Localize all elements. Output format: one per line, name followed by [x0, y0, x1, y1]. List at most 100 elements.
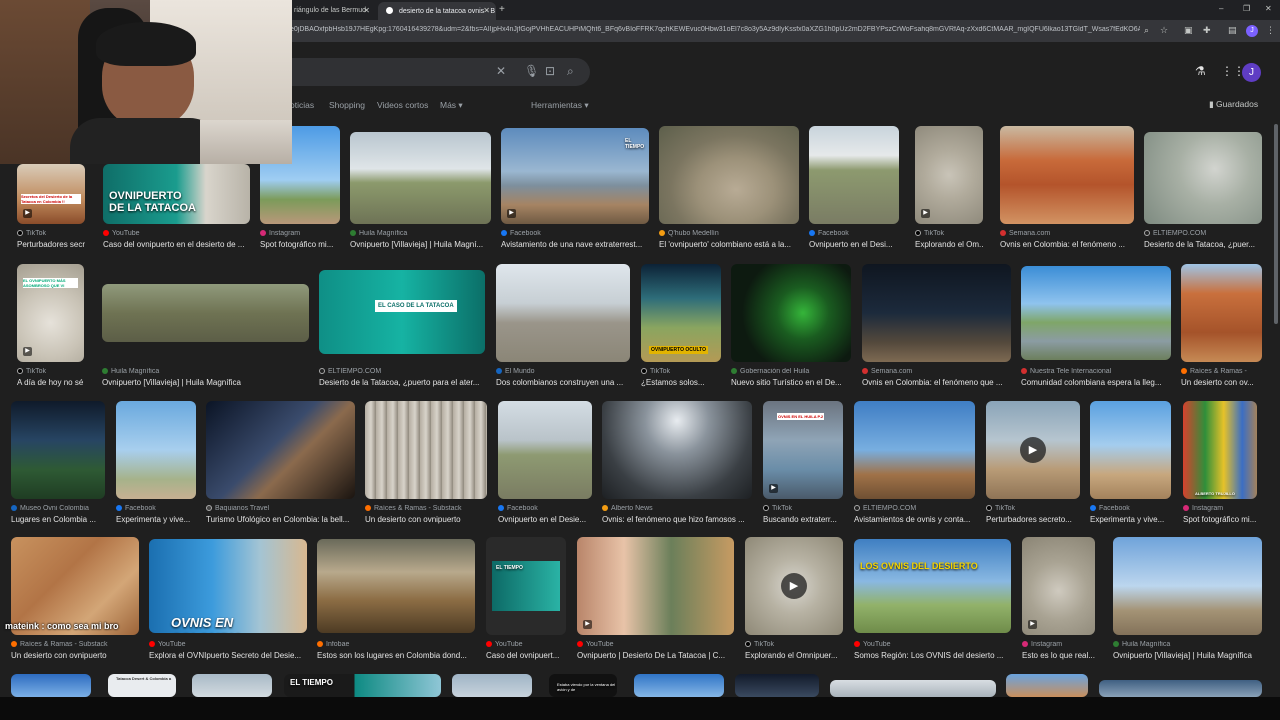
new-tab-icon[interactable]: + [499, 4, 505, 15]
result-card[interactable]: EL TIEMPO YouTube Caso del ovnipuert... [486, 537, 566, 663]
result-caption[interactable]: Ovnipuerto en el Desie... [498, 515, 592, 524]
result-thumbnail[interactable]: Estaba viendo por la ventana del avión y… [549, 674, 617, 697]
result-thumbnail[interactable] [1144, 132, 1262, 224]
window-close-icon[interactable]: ✕ [1265, 4, 1272, 13]
result-thumbnail[interactable] [854, 401, 975, 499]
result-thumbnail[interactable]: ▶ [745, 537, 843, 635]
result-thumbnail[interactable] [862, 264, 1011, 362]
result-card[interactable]: OVNIPUERTO OCULTO TikTok ¿Estamos solos.… [641, 264, 721, 390]
result-source[interactable]: ELTIEMPO.COM [854, 505, 975, 512]
result-thumbnail[interactable]: ALBERTO TRUJILLO [1183, 401, 1257, 499]
result-card[interactable]: Raíces & Ramas - Substack Un desierto co… [11, 537, 139, 663]
result-caption[interactable]: Desierto de la Tatacoa, ¿puerto para el … [319, 378, 485, 387]
result-thumbnail[interactable] [1006, 674, 1088, 697]
star-icon[interactable]: ☆ [1160, 25, 1168, 36]
result-thumbnail[interactable]: EL OVNIPUERTO MÁS ASOMBROSO QUE VI ▶ [17, 264, 84, 362]
result-card[interactable]: Semana.com Ovnis en Colombia: el fenómen… [1000, 126, 1134, 254]
result-caption[interactable]: Explorando el Om... [915, 240, 983, 249]
result-thumbnail[interactable] [1021, 266, 1171, 360]
tab-shopping[interactable]: Shopping [329, 100, 365, 110]
tab-herramientas[interactable]: Herramientas ▾ [531, 100, 589, 111]
result-thumbnail[interactable] [731, 264, 851, 362]
result-source[interactable]: YouTube [103, 230, 250, 237]
result-card[interactable]: ▶ TikTok Perturbadores secreto... [986, 401, 1080, 527]
result-card[interactable]: ALBERTO TRUJILLO Instagram Spot fotográf… [1183, 401, 1257, 527]
result-source[interactable]: TikTok [745, 641, 843, 648]
result-source[interactable]: Raíces & Ramas - Substack [11, 641, 139, 648]
result-caption[interactable]: Somos Región: Los OVNIS del desierto ... [854, 651, 1011, 660]
result-thumbnail[interactable] [1099, 680, 1262, 697]
result-caption[interactable]: Nuevo sitio Turístico en el De... [731, 378, 851, 387]
result-caption[interactable]: Esto es lo que real... [1022, 651, 1095, 660]
result-caption[interactable]: Spot fotográfico mi... [1183, 515, 1257, 524]
result-caption[interactable]: Caso del ovnipuerto en el desierto de ..… [103, 240, 250, 249]
result-caption[interactable]: Un desierto con ov... [1181, 378, 1262, 387]
result-card[interactable]: Baquianos Travel Turismo Ufológico en Co… [206, 401, 355, 527]
result-caption[interactable]: Ovnipuerto | Desierto De La Tatacoa | C.… [577, 651, 734, 660]
result-thumbnail[interactable] [1090, 401, 1171, 499]
search-input[interactable]: ✕ 🎙 ⊡ ⌕ [286, 58, 590, 86]
result-caption[interactable]: Avistamientos de ovnis y conta... [854, 515, 975, 524]
result-caption[interactable]: ¿Estamos solos... [641, 378, 721, 387]
result-caption[interactable]: El 'ovnipuerto' colombiano está a la... [659, 240, 799, 249]
result-source[interactable]: YouTube [486, 641, 566, 648]
menu-dots-icon[interactable]: ⋮ [1266, 25, 1275, 36]
result-thumbnail[interactable]: EL TIEMPO ▶ [501, 128, 649, 224]
minimize-icon[interactable]: – [1219, 4, 1223, 13]
result-caption[interactable]: Dos colombianos construyen una ... [496, 378, 630, 387]
tab-tatacoa[interactable]: desierto de la tatacoa ovnis - B ✕ [378, 2, 496, 20]
result-source[interactable]: Q'hubo Medellín [659, 230, 799, 237]
result-source[interactable]: YouTube [854, 641, 1011, 648]
result-thumbnail[interactable] [192, 674, 272, 697]
extension-icon[interactable]: ▣ [1184, 25, 1193, 36]
result-thumbnail[interactable] [452, 674, 532, 697]
result-card[interactable]: OVNIS EN EL HUILA P.2 ▶ TikTok Buscando … [763, 401, 843, 527]
result-source[interactable]: Alberto News [602, 505, 752, 512]
result-thumbnail[interactable]: OVNIS EN COLOMBIA [149, 539, 307, 633]
result-caption[interactable]: A día de hoy no sé... [17, 378, 84, 387]
result-thumbnail[interactable] [102, 284, 309, 342]
result-thumbnail[interactable] [496, 264, 630, 362]
sidepanel-icon[interactable]: ▤ [1228, 25, 1237, 36]
play-icon[interactable]: ▶ [781, 573, 807, 599]
result-card[interactable]: Semana.com Ovnis en Colombia: el fenómen… [862, 264, 1011, 390]
result-thumbnail[interactable]: EL TIEMPO [486, 537, 566, 635]
result-card[interactable]: Raíces & Ramas - Substack Un desierto co… [365, 401, 487, 527]
result-caption[interactable]: Un desierto con ovnipuerto [365, 515, 487, 524]
result-source[interactable]: Facebook [116, 505, 196, 512]
result-thumbnail[interactable] [809, 126, 899, 224]
result-card[interactable]: EL OVNIPUERTO MÁS ASOMBROSO QUE VI ▶ Tik… [17, 264, 84, 390]
result-card[interactable]: ▶ Instagram Esto es lo que real... [1022, 537, 1095, 663]
result-card[interactable]: El Mundo Dos colombianos construyen una … [496, 264, 630, 390]
result-source[interactable]: Gobernación del Huila [731, 368, 851, 375]
result-source[interactable]: Baquianos Travel [206, 505, 355, 512]
close-tab-icon[interactable]: ✕ [363, 6, 370, 15]
result-thumbnail[interactable]: ▶ [986, 401, 1080, 499]
result-source[interactable]: TikTok [915, 230, 983, 237]
result-card[interactable]: Infobae Estos son los lugares en Colombi… [317, 539, 475, 663]
result-thumbnail[interactable] [659, 126, 799, 224]
result-card[interactable]: OVNIPUERTO DE LA TATACOA YouTube Caso de… [103, 164, 250, 254]
result-card[interactable]: EL TIEMPO ▶ Facebook Avistamiento de una… [501, 128, 649, 254]
result-source[interactable]: TikTok [986, 505, 1080, 512]
labs-flask-icon[interactable]: ⚗ [1195, 64, 1206, 78]
tab-mas[interactable]: Más ▾ [440, 100, 463, 111]
result-card[interactable]: Facebook Ovnipuerto en el Desie... [498, 401, 592, 527]
result-card[interactable]: ▶ TikTok Explorando el Om... [915, 126, 983, 254]
result-thumbnail[interactable] [11, 674, 91, 697]
result-thumbnail[interactable]: OVNIPUERTO OCULTO [641, 264, 721, 362]
result-thumbnail[interactable] [365, 401, 487, 499]
result-card[interactable]: OVNIS EN COLOMBIA YouTube Explora el OVN… [149, 539, 307, 663]
result-thumbnail[interactable] [1181, 264, 1262, 362]
result-card[interactable]: EL CASO DE LA TATACOA ELTIEMPO.COM Desie… [319, 270, 485, 390]
profile-icon[interactable]: J [1246, 25, 1258, 37]
result-caption[interactable]: Spot fotográfico mi... [260, 240, 340, 249]
result-source[interactable]: Huila Magnífica [350, 230, 491, 237]
result-thumbnail[interactable]: ▶ [915, 126, 983, 224]
result-source[interactable]: Raíces & Ramas - Substack [365, 505, 487, 512]
result-card[interactable]: ELTIEMPO.COM Avistamientos de ovnis y co… [854, 401, 975, 527]
result-caption[interactable]: Buscando extraterr... [763, 515, 843, 524]
result-source[interactable]: Huila Magnífica [102, 368, 309, 375]
result-source[interactable]: Instagram [260, 230, 340, 237]
result-thumbnail[interactable] [634, 674, 724, 697]
